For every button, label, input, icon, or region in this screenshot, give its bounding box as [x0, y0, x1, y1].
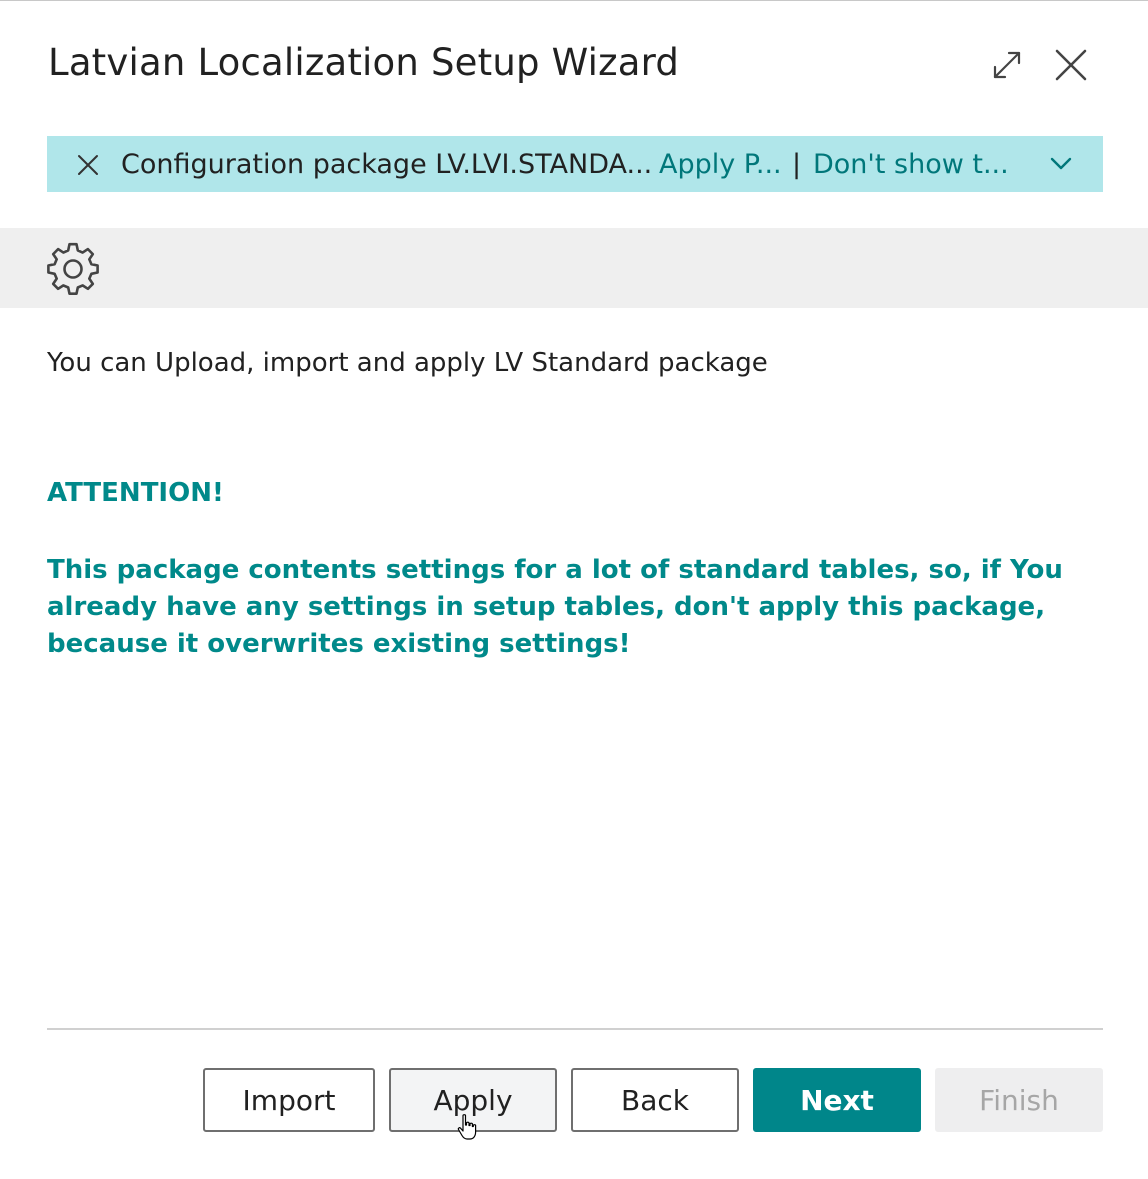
- attention-heading: ATTENTION!: [47, 478, 224, 508]
- apply-package-link[interactable]: Apply P...: [659, 149, 782, 180]
- dont-show-again-link[interactable]: Don't show t...: [813, 149, 1009, 180]
- dismiss-notification-icon[interactable]: [75, 152, 101, 178]
- notification-bar: Configuration package LV.LVI.STANDA... A…: [47, 136, 1103, 192]
- chevron-down-icon[interactable]: [1049, 154, 1073, 174]
- notification-message: Configuration package LV.LVI.STANDA...: [121, 149, 653, 180]
- warning-text: This package contents settings for a lot…: [47, 555, 1063, 659]
- finish-button[interactable]: Finish: [935, 1068, 1103, 1132]
- gear-icon: [47, 242, 99, 296]
- dialog-title: Latvian Localization Setup Wizard: [48, 41, 680, 84]
- back-button[interactable]: Back: [571, 1068, 739, 1132]
- next-button[interactable]: Next: [753, 1068, 921, 1132]
- expand-button[interactable]: [985, 43, 1029, 87]
- intro-text: You can Upload, import and apply LV Stan…: [47, 348, 768, 378]
- expand-arrows-icon: [993, 51, 1021, 79]
- apply-button[interactable]: Apply: [389, 1068, 557, 1132]
- notification-separator: |: [792, 149, 802, 180]
- import-button[interactable]: Import: [203, 1068, 375, 1132]
- close-dialog-button[interactable]: [1049, 43, 1093, 87]
- close-icon: [1055, 49, 1087, 81]
- footer-divider: [47, 1028, 1103, 1030]
- wizard-banner: [0, 228, 1148, 308]
- setup-wizard-dialog: Latvian Localization Setup Wizard Config…: [0, 0, 1148, 1179]
